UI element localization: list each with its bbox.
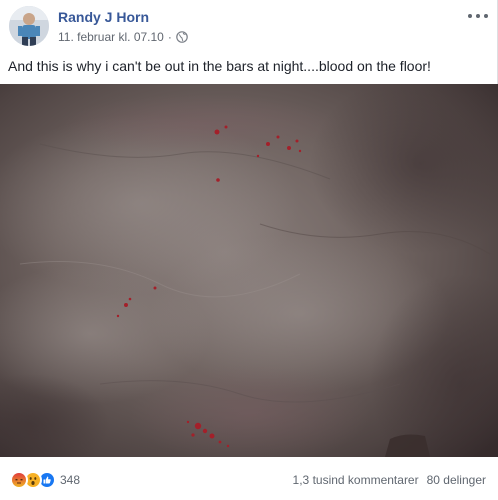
post-meta: 11. februar kl. 07.10 · bbox=[58, 30, 188, 44]
post-header: Randy J Horn 11. februar kl. 07.10 · bbox=[0, 0, 498, 52]
more-dot bbox=[484, 14, 488, 18]
post-photo[interactable] bbox=[0, 84, 498, 457]
reaction-count: 348 bbox=[60, 473, 81, 487]
engagement-stats: 1,3 tusind kommentarer 80 delinger bbox=[293, 472, 486, 488]
avatar[interactable] bbox=[9, 6, 49, 46]
post-timestamp[interactable]: 11. februar kl. 07.10 bbox=[58, 30, 164, 44]
shares-count-link[interactable]: 80 delinger bbox=[427, 472, 486, 488]
comments-count-link[interactable]: 1,3 tusind kommentarer bbox=[293, 472, 419, 488]
more-options-icon[interactable] bbox=[468, 10, 488, 22]
post-footer: 348 1,3 tusind kommentarer 80 delinger bbox=[0, 457, 498, 500]
meta-separator: · bbox=[167, 30, 172, 44]
post-text: And this is why i can't be out in the ba… bbox=[8, 58, 431, 74]
more-dot bbox=[476, 14, 480, 18]
reactions-summary[interactable]: 348 bbox=[10, 471, 80, 489]
author-name[interactable]: Randy J Horn bbox=[58, 9, 149, 25]
globe-icon[interactable] bbox=[176, 31, 188, 43]
facebook-post: Randy J Horn 11. februar kl. 07.10 · And… bbox=[0, 0, 498, 500]
angry-reaction-icon bbox=[10, 471, 28, 489]
more-dot bbox=[468, 14, 472, 18]
